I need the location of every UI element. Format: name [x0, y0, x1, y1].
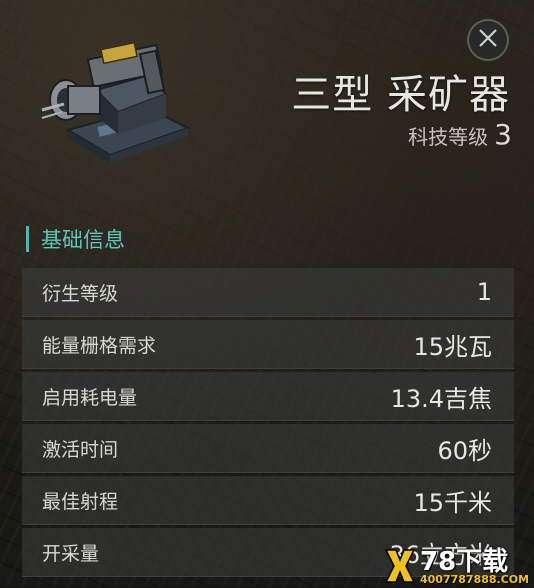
- stat-row-powergrid: 能量栅格需求 15兆瓦: [22, 320, 514, 369]
- stat-label: 能量栅格需求: [42, 334, 157, 357]
- stat-label: 衍生等级: [42, 282, 119, 305]
- item-name: 三型 采矿器: [291, 72, 510, 118]
- watermark-sub: 4007787888.COM: [420, 572, 530, 586]
- tech-level-label: 科技等级: [408, 125, 489, 149]
- stats-list: 衍生等级 1 能量栅格需求 15兆瓦 启用耗电量 13.4吉焦 激活时间 60秒…: [22, 268, 514, 580]
- stat-row-activation-cost: 启用耗电量 13.4吉焦: [22, 372, 514, 421]
- stat-row-derivative-level: 衍生等级 1: [22, 268, 514, 317]
- mining-laser-module-icon: [28, 30, 198, 170]
- tech-level: 科技等级 3: [408, 118, 512, 151]
- watermark-logo-icon: [384, 548, 416, 588]
- stat-value: 15千米: [413, 488, 492, 517]
- stat-label: 最佳射程: [42, 490, 119, 513]
- stat-value: 1: [476, 278, 492, 306]
- stat-value: 60秒: [437, 436, 492, 465]
- close-icon: [477, 27, 499, 53]
- watermark: 78下载 4007787888.COM: [384, 548, 534, 587]
- stat-value: 15兆瓦: [413, 332, 492, 361]
- section-title: 基础信息: [41, 228, 125, 252]
- close-button[interactable]: [467, 19, 509, 61]
- stat-label: 开采量: [42, 542, 100, 565]
- stat-value: 13.4吉焦: [390, 384, 492, 413]
- stat-label: 激活时间: [42, 438, 119, 461]
- stat-row-optimal-range: 最佳射程 15千米: [22, 476, 514, 525]
- stat-row-activation-time: 激活时间 60秒: [22, 424, 514, 473]
- stat-label: 启用耗电量: [42, 386, 138, 409]
- tech-level-value: 3: [494, 118, 512, 151]
- section-accent-bar: [26, 226, 29, 252]
- section-header: 基础信息: [26, 225, 125, 253]
- watermark-main: 78下载: [420, 546, 509, 577]
